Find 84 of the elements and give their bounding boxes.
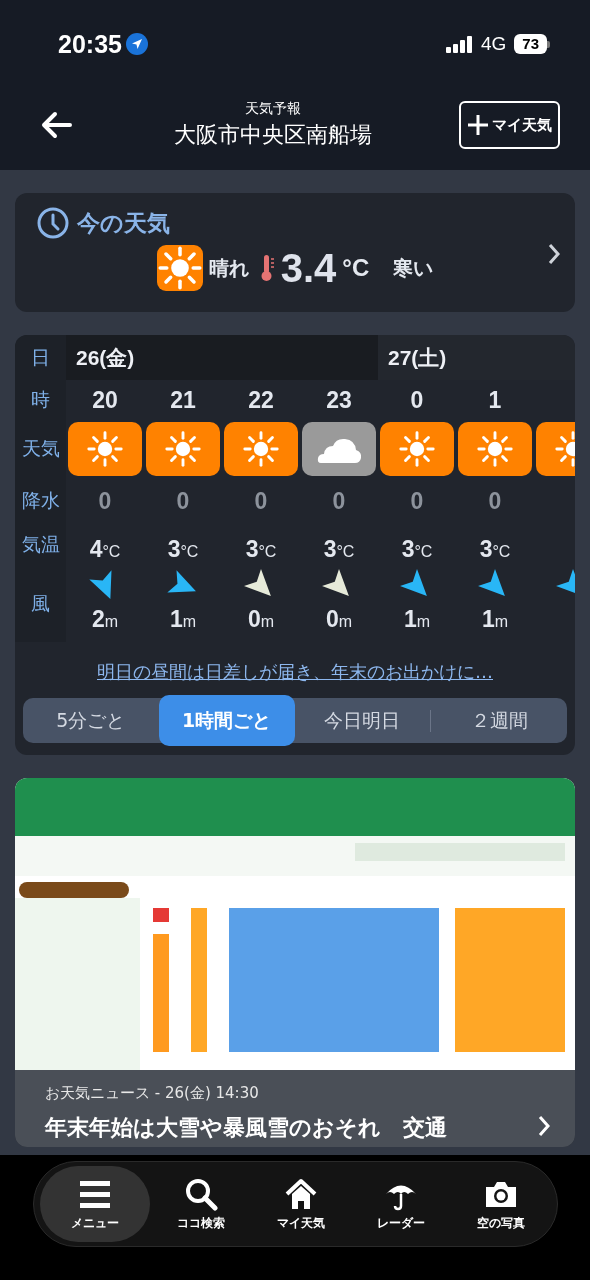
precipitation-value: 0 [175,486,191,516]
wind-speed: 2 [91,606,105,633]
sun-icon [458,422,532,476]
back-icon[interactable] [40,111,72,139]
hour-label: 23 [325,385,353,415]
location-title: 大阪市中央区南船場 [173,121,372,149]
page-subtitle: 天気予報 [244,100,301,118]
search-icon [183,1176,218,1211]
add-my-weather-button[interactable]: マイ天気 [459,101,560,149]
hour-label: 1 [487,385,503,415]
temperature-value: 3 [401,536,415,563]
precipitation-value: 0 [331,486,347,516]
day-header: 26(金) [66,335,378,380]
temperature-value: 3 [479,536,493,563]
news-card[interactable]: お天気ニュース - 26(金) 14:30 年末年始は大雪や暴風雪のおそれ 交通 [15,778,575,1147]
interval-tab[interactable]: 今日明日 [294,695,431,746]
row-label: 天気 [15,420,66,478]
temperature-unit: °C [102,543,121,561]
news-meta: お天気ニュース - 26(金) 14:30 [45,1084,260,1103]
wind-speed: 1 [481,606,495,633]
temperature-unit: °C [180,543,199,561]
status-time: 20:35 [58,29,122,59]
row-label: 風 [15,566,66,642]
temperature-value: 3 [167,536,181,563]
row-label: 時 [15,380,66,420]
sun-icon [68,422,142,476]
sun-icon [224,422,298,476]
wind-unit: m [338,613,353,631]
sun-icon [380,422,454,476]
network-type: 4G [480,33,507,55]
precipitation-value: 0 [409,486,425,516]
location-icon [125,33,148,55]
hour-label: 22 [247,385,275,415]
wind-unit: m [494,613,509,631]
wind-speed: 0 [247,606,261,633]
temperature-unit: °C [492,543,511,561]
clock-icon [37,207,69,239]
forecast-summary-link[interactable]: 明日の昼間は日差しが届き、年末のお出かけに… [97,661,493,682]
cloud-icon [302,422,376,476]
nav-tab[interactable]: ココ検索 [151,1166,250,1242]
temperature-unit: °C [258,543,277,561]
hour-label: 20 [91,385,119,415]
temperature-value: 3 [323,536,337,563]
thermometer-icon [260,253,275,283]
feeling-label: 寒い [393,254,434,282]
battery-level: 73 [514,34,547,54]
row-label: 降水 [15,478,66,524]
precipitation-value: 0 [97,486,113,516]
signal-icon [445,35,473,53]
interval-tab[interactable]: ２週間 [431,695,567,746]
wind-unit: m [416,613,431,631]
nav-tab[interactable]: メニュー [39,1166,150,1242]
sun-icon [146,422,220,476]
wind-speed: 1 [169,606,183,633]
current-weather-card[interactable]: 今の天気 晴れ 3.4°C 寒い [15,193,575,312]
wind-speed: 0 [325,606,339,633]
row-label: 気温 [15,524,66,566]
wind-unit: m [182,613,197,631]
temperature-unit: °C [414,543,433,561]
section-heading: 今の天気 [77,208,170,238]
nav-tab[interactable]: 空の写真 [452,1166,551,1242]
condition-label: 晴れ [208,254,249,282]
hour-label: 21 [169,385,197,415]
temperature: 3.4 [280,245,337,291]
temperature-value: 3 [245,536,259,563]
wind-speed: 1 [403,606,417,633]
precipitation-value: 0 [253,486,269,516]
plus-icon [467,114,489,136]
temperature-unit: °C [342,254,370,282]
nav-tab[interactable]: レーダー [352,1166,451,1242]
chevron-icon [537,1115,551,1137]
news-headline: 年末年始は大雪や暴風雪のおそれ 交通 [45,1114,447,1142]
wind-unit: m [260,613,275,631]
precipitation-value: 0 [487,486,503,516]
temperature-value: 4 [89,536,103,563]
chevron-icon [547,243,561,265]
temperature-unit: °C [336,543,355,561]
interval-tab[interactable]: 5分ごと [23,695,159,746]
wind-unit: m [104,613,119,631]
nav-tab[interactable]: マイ天気 [251,1166,351,1242]
house-icon [283,1176,318,1211]
row-label: 日 [15,335,66,380]
hour-label: 0 [409,385,425,415]
sun-icon [156,245,203,291]
